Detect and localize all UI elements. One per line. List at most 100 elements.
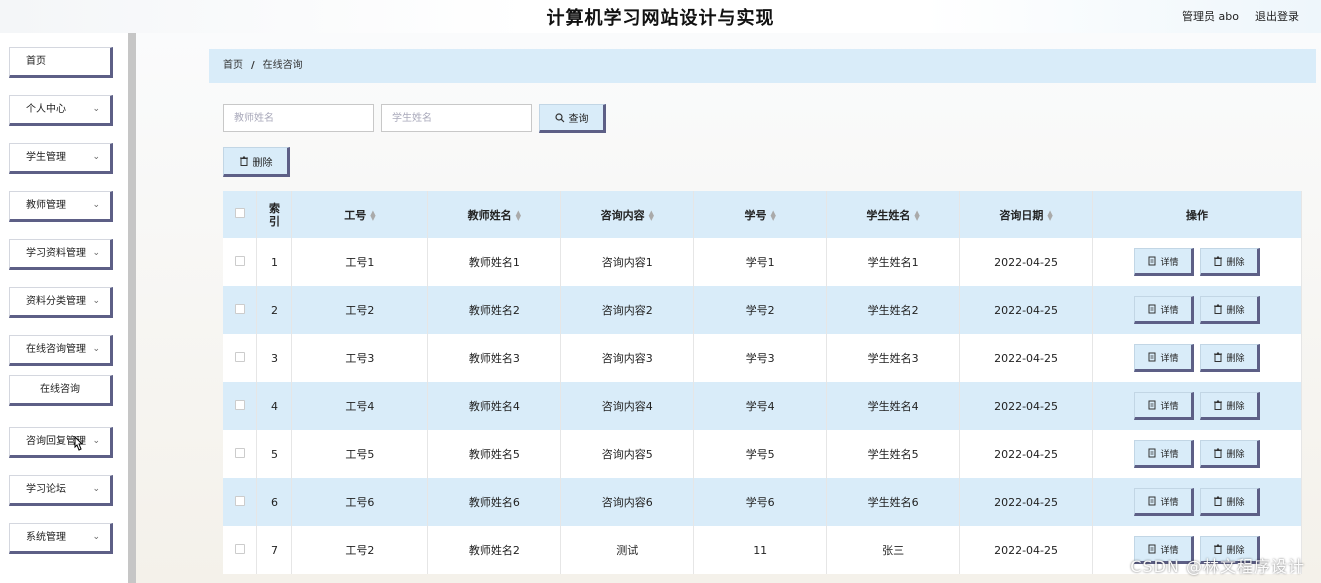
row-select-cell[interactable] [223, 526, 258, 574]
header-teacher-name[interactable]: 教师姓名 ▲ ▼ [427, 191, 562, 238]
watermark: CSDN @林文程序设计 [1130, 557, 1305, 576]
sidebar-item-label: 学生管理 [26, 152, 66, 163]
table-row[interactable]: 1 工号1 教师姓名1 咨询内容1 学号1 学生姓名1 2022-04-25 详情 删除 [223, 238, 1302, 286]
sidebar-item-label: 资料分类管理 [26, 296, 86, 307]
sidebar-item[interactable]: 在线咨询 [9, 375, 113, 406]
query-button-label: 查询 [568, 114, 589, 125]
table-cell: 学号4 [693, 382, 828, 430]
row-select-cell[interactable] [223, 334, 258, 382]
document-icon [1148, 448, 1156, 458]
table-row[interactable]: 3 工号3 教师姓名3 咨询内容3 学号3 学生姓名3 2022-04-25 详情 删除 [223, 334, 1302, 382]
sidebar-item-label: 首页 [26, 56, 46, 67]
teacher-name-search-input[interactable] [223, 104, 374, 132]
row-select-cell[interactable] [223, 478, 258, 526]
row-checkbox[interactable] [234, 495, 245, 506]
sidebar-item-label: 学习论坛 [26, 484, 66, 495]
table-row[interactable]: 4 工号4 教师姓名4 咨询内容4 学号4 学生姓名4 2022-04-25 详情 删除 [223, 382, 1302, 430]
sort-icon[interactable]: ▲ ▼ [370, 209, 375, 221]
delete-button[interactable]: 删除 [1200, 488, 1260, 516]
sidebar-item[interactable]: 个人中心 ⌄ [9, 95, 113, 126]
detail-button[interactable]: 详情 [1134, 344, 1194, 372]
header-consult-content[interactable]: 咨询内容 ▲ ▼ [560, 191, 695, 238]
detail-button[interactable]: 详情 [1134, 392, 1194, 420]
student-name-search-input[interactable] [381, 104, 532, 132]
sidebar-item[interactable]: 首页 [9, 47, 113, 78]
table-cell: 2022-04-25 [959, 526, 1094, 574]
chevron-down-icon: ⌄ [92, 436, 100, 446]
row-select-cell[interactable] [223, 430, 258, 478]
table-row[interactable]: 5 工号5 教师姓名5 咨询内容5 学号5 学生姓名5 2022-04-25 详情 删除 [223, 430, 1302, 478]
header-actions: 操作 [1092, 191, 1302, 238]
document-icon [1148, 256, 1156, 266]
row-checkbox[interactable] [234, 351, 245, 362]
row-actions: 详情 删除 [1092, 334, 1302, 382]
sort-icon[interactable]: ▲ ▼ [914, 209, 919, 221]
row-actions: 详情 删除 [1092, 478, 1302, 526]
header-consult-date[interactable]: 咨询日期 ▲ ▼ [959, 191, 1094, 238]
delete-button[interactable]: 删除 [1200, 440, 1260, 468]
row-select-cell[interactable] [223, 382, 258, 430]
header-staff-id[interactable]: 工号 ▲ ▼ [291, 191, 429, 238]
select-all-checkbox[interactable] [234, 208, 245, 218]
sidebar-item-label: 教师管理 [26, 200, 66, 211]
row-actions: 详情 删除 [1092, 382, 1302, 430]
detail-button[interactable]: 详情 [1134, 440, 1194, 468]
chevron-down-icon: ⌄ [92, 484, 100, 494]
sort-icon[interactable]: ▲ ▼ [1047, 209, 1052, 221]
sidebar-item[interactable]: 学习资料管理 ⌄ [9, 239, 113, 270]
sidebar-item[interactable]: 在线咨询管理 ⌄ [9, 335, 113, 366]
sidebar-item[interactable]: 咨询回复管理 ⌄ [9, 427, 113, 458]
query-button[interactable]: 查询 [539, 104, 606, 133]
sidebar-item[interactable]: 学生管理 ⌄ [9, 143, 113, 174]
detail-button[interactable]: 详情 [1134, 248, 1194, 276]
delete-button[interactable]: 删除 [1200, 248, 1260, 276]
table-cell: 张三 [826, 526, 961, 574]
sort-icon[interactable]: ▲ ▼ [649, 209, 654, 221]
table-cell: 工号1 [291, 238, 429, 286]
header-select-all[interactable] [223, 191, 258, 238]
row-actions: 详情 删除 [1092, 430, 1302, 478]
row-checkbox[interactable] [234, 255, 245, 266]
table-cell: 1 [256, 238, 293, 286]
breadcrumb-separator: / [251, 60, 255, 71]
current-user[interactable]: 管理员 abo [1182, 8, 1239, 24]
header-student-id[interactable]: 学号 ▲ ▼ [693, 191, 828, 238]
table-row[interactable]: 2 工号2 教师姓名2 咨询内容2 学号2 学生姓名2 2022-04-25 详情 删除 [223, 286, 1302, 334]
delete-button[interactable]: 删除 [1200, 296, 1260, 324]
row-actions: 详情 删除 [1092, 286, 1302, 334]
sidebar-scrollbar[interactable] [128, 33, 136, 583]
detail-button[interactable]: 详情 [1134, 296, 1194, 324]
header-student-name[interactable]: 学生姓名 ▲ ▼ [826, 191, 961, 238]
table-cell: 测试 [560, 526, 695, 574]
breadcrumb-home[interactable]: 首页 [223, 60, 243, 71]
sidebar-item[interactable]: 资料分类管理 ⌄ [9, 287, 113, 318]
table-cell: 教师姓名5 [427, 430, 562, 478]
row-checkbox[interactable] [234, 543, 245, 554]
detail-button[interactable]: 详情 [1134, 488, 1194, 516]
sort-icon[interactable]: ▲ ▼ [516, 209, 521, 221]
chevron-down-icon: ⌄ [92, 152, 100, 162]
sidebar-item[interactable]: 学习论坛 ⌄ [9, 475, 113, 506]
batch-delete-label: 删除 [252, 157, 273, 169]
sidebar-item[interactable]: 教师管理 ⌄ [9, 191, 113, 222]
table-cell: 2022-04-25 [959, 334, 1094, 382]
table-row[interactable]: 6 工号6 教师姓名6 咨询内容6 学号6 学生姓名6 2022-04-25 详情 删除 [223, 478, 1302, 526]
table-cell: 学生姓名1 [826, 238, 961, 286]
trash-icon [1214, 400, 1223, 410]
sort-icon[interactable]: ▲ ▼ [771, 209, 776, 221]
sidebar-item[interactable]: 系统管理 ⌄ [9, 523, 113, 554]
row-checkbox[interactable] [234, 399, 245, 410]
table-cell: 学号6 [693, 478, 828, 526]
row-checkbox[interactable] [234, 447, 245, 458]
row-select-cell[interactable] [223, 238, 258, 286]
breadcrumb-current: 在线咨询 [262, 60, 303, 71]
logout-link[interactable]: 退出登录 [1255, 8, 1299, 24]
row-checkbox[interactable] [234, 303, 245, 314]
batch-delete-button[interactable]: 删除 [223, 147, 290, 177]
table-cell: 学生姓名5 [826, 430, 961, 478]
table-cell: 学号1 [693, 238, 828, 286]
row-select-cell[interactable] [223, 286, 258, 334]
delete-button[interactable]: 删除 [1200, 344, 1260, 372]
delete-button[interactable]: 删除 [1200, 392, 1260, 420]
document-icon [1148, 304, 1156, 314]
